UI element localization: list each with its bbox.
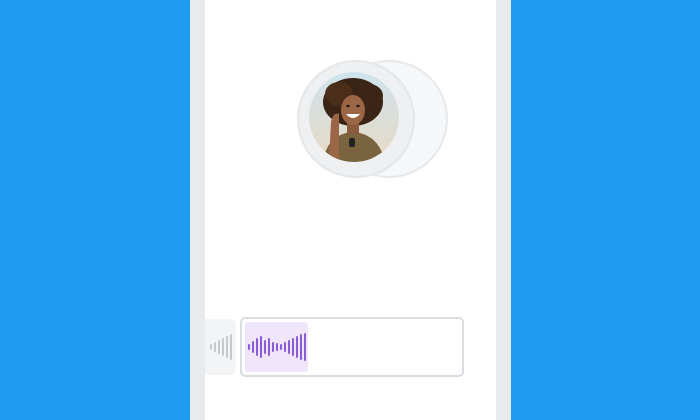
waveform-icon bbox=[209, 334, 232, 360]
audio-message-input[interactable] bbox=[240, 317, 464, 377]
phone-frame bbox=[190, 0, 511, 420]
waveform-bar bbox=[217, 340, 220, 354]
waveform-bar bbox=[259, 336, 262, 358]
waveform-bar bbox=[221, 338, 224, 356]
waveform-bar bbox=[291, 338, 294, 356]
contact-avatar[interactable] bbox=[309, 72, 399, 162]
audio-recording-chip[interactable] bbox=[245, 322, 308, 372]
waveform-bar bbox=[263, 340, 266, 354]
waveform-icon bbox=[247, 333, 306, 361]
waveform-bar bbox=[255, 338, 258, 356]
waveform-bar bbox=[213, 342, 216, 352]
avatar-photo bbox=[309, 72, 399, 162]
waveform-bar bbox=[225, 336, 228, 358]
waveform-bar bbox=[247, 344, 250, 350]
waveform-bar bbox=[271, 342, 274, 352]
waveform-bar bbox=[287, 340, 290, 354]
waveform-bar bbox=[229, 334, 232, 360]
waveform-bar bbox=[283, 342, 286, 352]
waveform-bar bbox=[303, 333, 306, 361]
waveform-bar bbox=[299, 334, 302, 360]
waveform-bar bbox=[267, 338, 270, 356]
waveform-bar bbox=[295, 336, 298, 358]
waveform-bar bbox=[279, 344, 282, 350]
waveform-bar bbox=[275, 343, 278, 351]
waveform-bar bbox=[251, 341, 254, 353]
waveform-bar bbox=[209, 344, 212, 350]
call-screen bbox=[205, 0, 496, 420]
previous-audio-message[interactable] bbox=[205, 319, 236, 375]
